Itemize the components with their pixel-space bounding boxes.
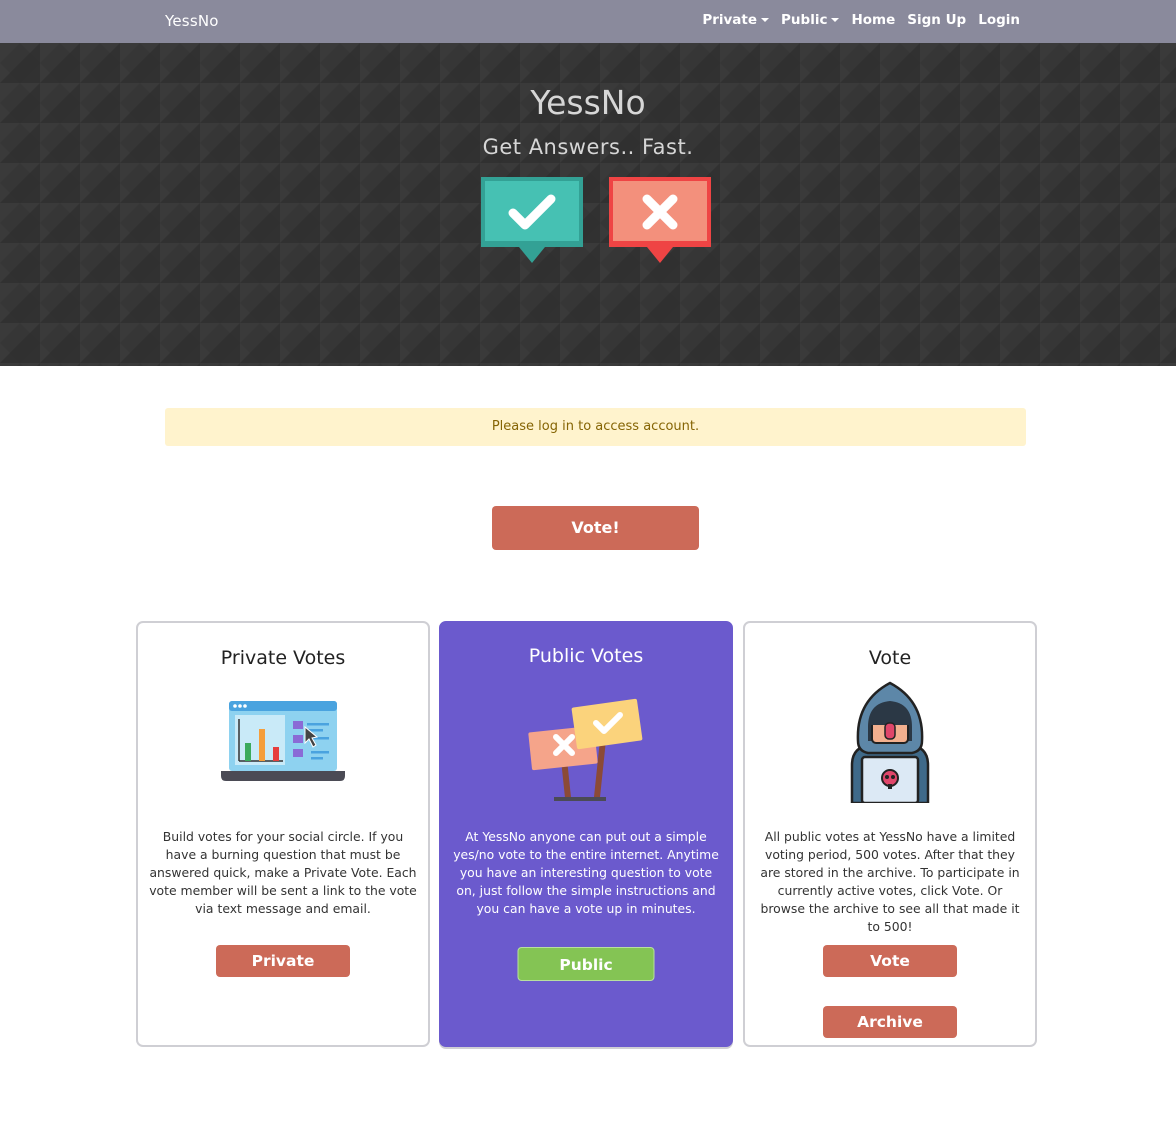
card-title: Private Votes bbox=[220, 647, 346, 669]
private-button[interactable]: Private bbox=[216, 945, 350, 977]
card-public-votes: Public Votes At YessNo anyone can put ou… bbox=[439, 621, 733, 1047]
nav-private-label: Private bbox=[702, 12, 758, 28]
caret-down-icon bbox=[831, 18, 840, 22]
check-speech-bubble-icon bbox=[481, 177, 583, 263]
public-button[interactable]: Public bbox=[517, 947, 655, 981]
top-navbar: YessNo Private Public Home Sign Up Login bbox=[0, 0, 1176, 43]
vote-button[interactable]: Vote bbox=[823, 945, 957, 977]
card-title: Public Votes bbox=[528, 645, 644, 667]
card-description: At YessNo anyone can put out a simple ye… bbox=[453, 829, 719, 916]
caret-down-icon bbox=[761, 18, 770, 22]
card-title: Vote bbox=[868, 647, 912, 669]
nav-private-dropdown[interactable]: Private bbox=[702, 12, 770, 28]
nav-home-link[interactable]: Home bbox=[851, 12, 895, 28]
nav-login-link[interactable]: Login bbox=[978, 12, 1020, 28]
protest-signs-icon bbox=[528, 698, 643, 801]
laptop-chart-icon bbox=[221, 701, 345, 781]
hooded-hacker-icon bbox=[850, 681, 930, 803]
hero-title: YessNo bbox=[530, 83, 646, 122]
login-alert: Please log in to access account. bbox=[165, 408, 1026, 446]
vote-main-button[interactable]: Vote! bbox=[492, 506, 699, 550]
nav-signup-link[interactable]: Sign Up bbox=[907, 12, 966, 28]
nav-links: Private Public Home Sign Up Login bbox=[702, 12, 1020, 28]
card-description: All public votes at YessNo have a limite… bbox=[760, 829, 1020, 934]
hero-banner: YessNo Get Answers.. Fast. bbox=[0, 43, 1176, 366]
card-private-votes: Private Votes Build votes for your socia… bbox=[136, 621, 430, 1047]
x-speech-bubble-icon bbox=[609, 177, 711, 263]
nav-public-dropdown[interactable]: Public bbox=[781, 12, 840, 28]
card-description: Build votes for your social circle. If y… bbox=[149, 829, 417, 916]
archive-button[interactable]: Archive bbox=[823, 1006, 957, 1038]
hero-subtitle: Get Answers.. Fast. bbox=[482, 135, 694, 159]
nav-public-label: Public bbox=[781, 12, 828, 28]
navbar-brand[interactable]: YessNo bbox=[165, 12, 219, 30]
card-vote: Vote All public votes at YessNo have a l… bbox=[743, 621, 1037, 1047]
